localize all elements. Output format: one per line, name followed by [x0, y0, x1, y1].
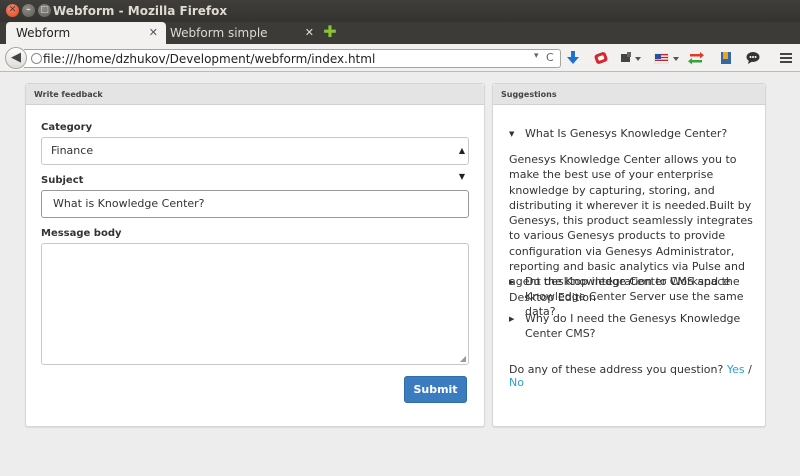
- new-tab-plus-icon[interactable]: ✚: [323, 24, 337, 40]
- tab-label: Webform simple: [170, 26, 268, 40]
- tab-strip: Webform ✕ Webform simple ✕: [0, 22, 800, 44]
- suggestion-item-3[interactable]: ▶ Why do I need the Genesys Knowledge Ce…: [509, 311, 755, 340]
- select-caret-icon: ▲ ▼: [458, 146, 465, 181]
- suggestion-question[interactable]: What Is Genesys Knowledge Center?: [525, 126, 757, 141]
- bookmarks-icon[interactable]: [719, 50, 733, 66]
- window-title: Webform - Mozilla Firefox: [53, 4, 228, 18]
- tab-webform[interactable]: Webform ✕: [6, 22, 166, 44]
- category-value: Finance: [51, 144, 94, 157]
- reload-icon[interactable]: C: [546, 51, 554, 64]
- suggestions-panel-header: Suggestions: [493, 84, 765, 105]
- url-text[interactable]: file:///home/dzhukov/Development/webform…: [43, 52, 375, 66]
- address-question: Do any of these address you question? Ye…: [509, 363, 765, 389]
- addon-red-icon[interactable]: [593, 50, 609, 66]
- url-dropdown-icon[interactable]: ▾: [534, 51, 539, 61]
- no-link[interactable]: No: [509, 376, 524, 389]
- back-button[interactable]: ◀: [5, 47, 27, 69]
- submit-button[interactable]: Submit: [404, 376, 467, 403]
- download-arrow-icon[interactable]: [566, 50, 580, 66]
- flag-us-icon[interactable]: [654, 50, 684, 66]
- globe-icon: [31, 53, 42, 64]
- message-body-textarea[interactable]: ◢: [41, 243, 469, 365]
- sync-arrows-icon[interactable]: [688, 50, 704, 66]
- feedback-panel-header: Write feedback: [26, 84, 484, 105]
- subject-value: What is Knowledge Center?: [53, 197, 205, 210]
- tab-close-icon[interactable]: ✕: [305, 22, 314, 44]
- collapsed-triangle-icon: ▶: [509, 315, 515, 323]
- expanded-triangle-icon: ▼: [509, 130, 515, 138]
- page-content: Write feedback Category Finance ▲ ▼ Subje…: [0, 73, 800, 476]
- addon-dark-icon[interactable]: [620, 50, 642, 66]
- tab-label: Webform: [16, 26, 71, 40]
- suggestion-item-2[interactable]: ▶ Do the Knowledge Center CMS and the Kn…: [509, 274, 755, 318]
- yes-link[interactable]: Yes: [727, 363, 745, 376]
- tab-webform-simple[interactable]: Webform simple ✕: [162, 22, 322, 44]
- message-body-label: Message body: [41, 228, 122, 239]
- separator: /: [748, 363, 752, 376]
- window-titlebar: ✕ – □ Webform - Mozilla Firefox: [0, 0, 800, 22]
- category-label: Category: [41, 122, 93, 133]
- resize-handle-icon[interactable]: ◢: [460, 354, 466, 363]
- window-maximize-button[interactable]: □: [38, 4, 51, 17]
- subject-label: Subject: [41, 175, 84, 186]
- menu-icon[interactable]: [778, 50, 794, 66]
- chat-icon[interactable]: [745, 50, 761, 66]
- suggestions-panel: Suggestions ▼ What Is Genesys Knowledge …: [492, 83, 766, 427]
- feedback-panel: Write feedback Category Finance ▲ ▼ Subje…: [25, 83, 485, 427]
- subject-input[interactable]: What is Knowledge Center?: [41, 190, 469, 218]
- window-minimize-button[interactable]: –: [22, 4, 35, 17]
- url-bar[interactable]: file:///home/dzhukov/Development/webform…: [24, 49, 561, 68]
- tab-close-icon[interactable]: ✕: [149, 22, 158, 44]
- suggestion-item-1[interactable]: ▼ What Is Genesys Knowledge Center?: [509, 126, 755, 142]
- collapsed-triangle-icon: ▶: [509, 278, 515, 286]
- category-select[interactable]: Finance ▲ ▼: [41, 137, 469, 181]
- window-close-button[interactable]: ✕: [6, 4, 19, 17]
- suggestion-question[interactable]: Why do I need the Genesys Knowledge Cent…: [525, 311, 757, 341]
- address-prompt: Do any of these address you question?: [509, 363, 724, 376]
